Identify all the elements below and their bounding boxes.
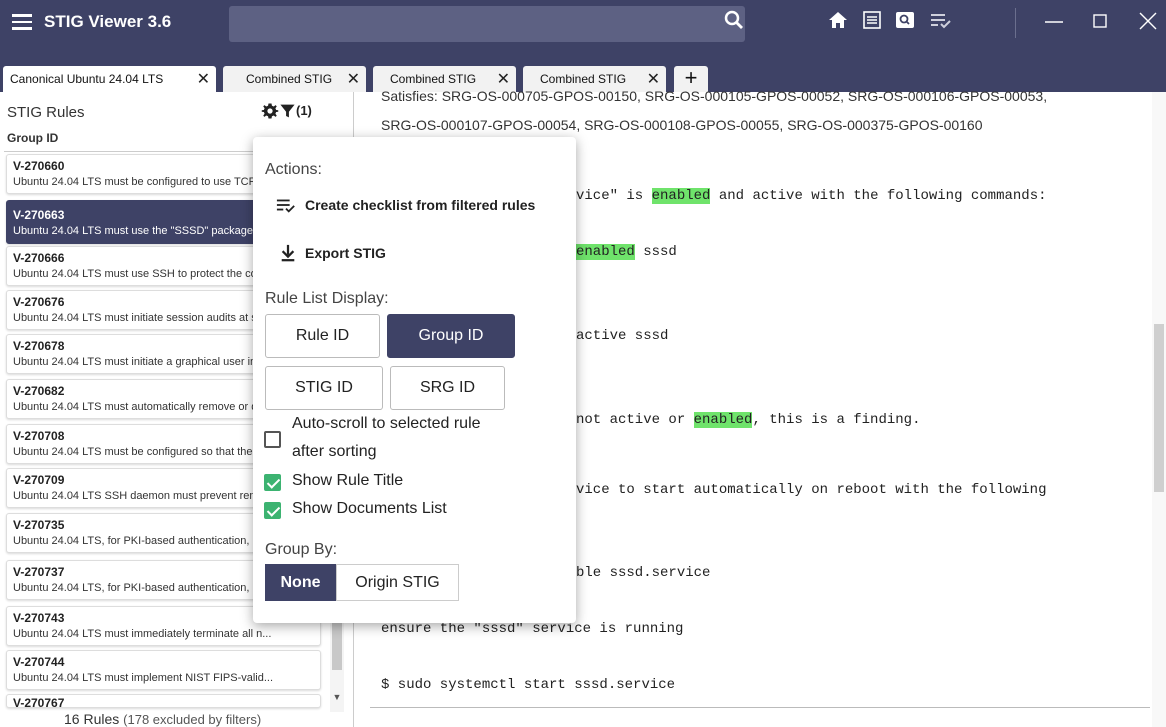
- search-icon[interactable]: [722, 8, 746, 32]
- display-stig-id-button[interactable]: STIG ID: [265, 366, 383, 410]
- satisfies-line-2: SRG-OS-000107-GPOS-00054, SRG-OS-000108-…: [381, 117, 983, 133]
- detail-text: sssd: [634, 244, 677, 260]
- app-title: STIG Viewer 3.6: [44, 12, 172, 31]
- rule-id: V-270660: [13, 159, 65, 173]
- tab-close-icon[interactable]: ✕: [197, 69, 210, 89]
- display-srg-id-button[interactable]: SRG ID: [390, 366, 505, 410]
- tab-label: Combined STIG: [390, 72, 477, 86]
- highlight-text: enabled: [693, 412, 753, 428]
- rule-id: V-270735: [13, 518, 65, 532]
- rule-id: V-270708: [13, 429, 65, 443]
- maximize-icon[interactable]: [1088, 8, 1112, 32]
- rule-list-display-label: Rule List Display:: [265, 290, 389, 307]
- tab-canonical-ubuntu[interactable]: Canonical Ubuntu 24.04 LTS ✕: [3, 66, 216, 92]
- detail-line: vice to start automatically on reboot wi…: [576, 482, 1047, 498]
- filter-icon[interactable]: [279, 101, 296, 121]
- tab-label: Canonical Ubuntu 24.04 LTS: [10, 72, 164, 86]
- autoscroll-label-2: after sorting: [292, 443, 377, 460]
- highlight-text: enabled: [576, 244, 635, 260]
- rule-id: V-270709: [13, 473, 65, 487]
- detail-line: ensure the "sssd" service is running: [381, 621, 684, 637]
- show-rule-title-checkbox[interactable]: [264, 474, 281, 491]
- show-rule-title-label: Show Rule Title: [292, 472, 404, 489]
- tab-combined-stig-1[interactable]: Combined STIG ✕: [223, 66, 366, 92]
- rule-id: V-270682: [13, 384, 65, 398]
- rules-panel-title: STIG Rules: [7, 104, 85, 121]
- rules-excluded: (178 excluded by filters): [123, 712, 262, 727]
- rules-count-value: 16 Rules: [64, 711, 120, 727]
- minimize-icon[interactable]: [1042, 8, 1066, 32]
- tab-label: Combined STIG: [540, 72, 627, 86]
- detail-text: and active with the following commands:: [710, 188, 1047, 204]
- search-input[interactable]: [229, 6, 745, 42]
- scroll-down-arrow-icon[interactable]: ▼: [330, 692, 344, 702]
- highlight-text: enabled: [651, 188, 711, 204]
- rule-title: Ubuntu 24.04 LTS must immediately termin…: [13, 628, 272, 640]
- gear-icon[interactable]: [261, 101, 279, 121]
- detail-text: not active or: [576, 412, 694, 428]
- download-icon: [281, 244, 295, 262]
- close-icon[interactable]: [1136, 8, 1160, 32]
- display-group-id-button[interactable]: Group ID: [387, 314, 515, 358]
- rule-id: V-270666: [13, 251, 65, 265]
- detail-line: not active or enabled, this is a finding…: [576, 412, 920, 428]
- group-by-none-button[interactable]: None: [265, 564, 336, 601]
- rule-item[interactable]: V-270767: [6, 694, 321, 708]
- detail-scrollbar-thumb[interactable]: [1154, 324, 1164, 492]
- column-header-group-id[interactable]: Group ID: [7, 131, 58, 145]
- detail-line: enabled sssd: [576, 244, 677, 260]
- actions-label: Actions:: [265, 161, 322, 178]
- rule-id: V-270767: [13, 696, 65, 708]
- filter-count: (1): [296, 103, 312, 118]
- checklist-create-icon: [276, 199, 295, 213]
- tab-close-icon[interactable]: ✕: [347, 69, 360, 89]
- window-separator: [1015, 8, 1016, 38]
- detail-text: , this is a finding.: [752, 412, 921, 428]
- checklist-icon[interactable]: [928, 8, 952, 32]
- rule-id: V-270676: [13, 295, 65, 309]
- rules-count: 16 Rules (178 excluded by filters): [64, 711, 261, 727]
- detail-text: vice" is: [576, 188, 652, 204]
- detail-line: active sssd: [576, 328, 669, 344]
- rule-id: V-270744: [13, 655, 65, 669]
- autoscroll-checkbox[interactable]: [264, 431, 281, 448]
- group-by-label: Group By:: [265, 541, 338, 558]
- autoscroll-label-1: Auto-scroll to selected rule: [292, 415, 481, 432]
- create-checklist-button[interactable]: Create checklist from filtered rules: [305, 197, 535, 213]
- display-rule-id-button[interactable]: Rule ID: [265, 314, 380, 358]
- rule-id: V-270743: [13, 611, 65, 625]
- rule-id: V-270663: [13, 208, 65, 222]
- tab-close-icon[interactable]: ✕: [647, 69, 660, 89]
- detail-line: ble sssd.service: [576, 565, 711, 581]
- detail-line: vice" is enabled and active with the fol…: [576, 188, 1047, 204]
- satisfies-line-1: Satisfies: SRG-OS-000705-GPOS-00150, SRG…: [381, 88, 1048, 104]
- group-by-origin-stig-button[interactable]: Origin STIG: [336, 564, 459, 601]
- export-stig-button[interactable]: Export STIG: [305, 245, 386, 261]
- rule-item[interactable]: V-270744 Ubuntu 24.04 LTS must implement …: [6, 650, 321, 690]
- home-icon[interactable]: [826, 8, 850, 32]
- tab-close-icon[interactable]: ✕: [497, 69, 510, 89]
- rule-id: V-270678: [13, 339, 65, 353]
- detail-line: $ sudo systemctl start sssd.service: [381, 677, 676, 693]
- search-box-icon[interactable]: [893, 8, 917, 32]
- show-documents-label: Show Documents List: [292, 500, 447, 517]
- tab-label: Combined STIG: [246, 72, 333, 86]
- detail-divider: [370, 707, 1150, 708]
- rule-title: Ubuntu 24.04 LTS must implement NIST FIP…: [13, 672, 274, 684]
- hamburger-icon[interactable]: [12, 14, 32, 30]
- list-icon[interactable]: [860, 8, 884, 32]
- show-documents-checkbox[interactable]: [264, 502, 281, 519]
- rule-id: V-270737: [13, 565, 65, 579]
